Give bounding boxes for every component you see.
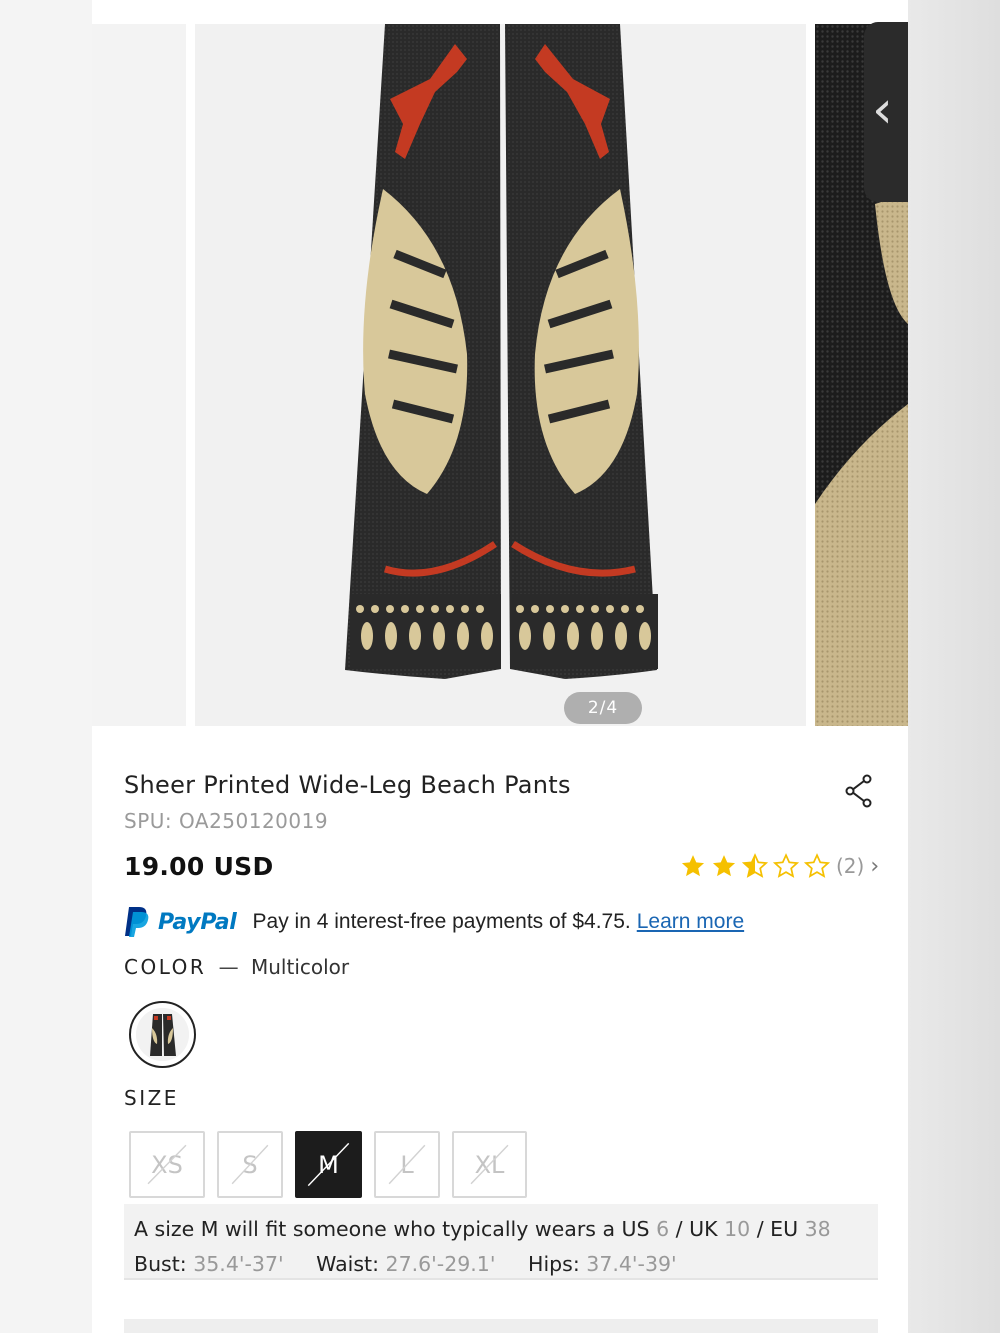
waist-label: Waist: bbox=[316, 1252, 379, 1276]
fit-prefix: A size M will fit someone who typically … bbox=[134, 1217, 650, 1241]
right-backdrop bbox=[908, 0, 1000, 1333]
selected-slash-icon bbox=[307, 1142, 350, 1187]
hips-label: Hips: bbox=[528, 1252, 580, 1276]
share-icon bbox=[845, 774, 872, 808]
product-spu: SPU: OA250120019 bbox=[124, 809, 329, 833]
product-title: Sheer Printed Wide-Leg Beach Pants bbox=[124, 771, 571, 799]
left-backdrop bbox=[0, 0, 92, 1333]
swatch-image bbox=[136, 1008, 189, 1061]
size-option-xs[interactable]: XS bbox=[129, 1131, 205, 1198]
star-full-icon bbox=[712, 855, 736, 877]
unavailable-slash-icon bbox=[388, 1144, 426, 1185]
rating-summary[interactable]: (2) › bbox=[680, 852, 879, 880]
image-gallery[interactable]: 2/4 ‹ bbox=[92, 0, 908, 726]
star-empty-icon bbox=[804, 853, 830, 878]
color-label: COLOR bbox=[124, 955, 207, 979]
size-measurements: Bust: 35.4'-37' Waist: 27.6'-29.1' Hips:… bbox=[134, 1247, 878, 1282]
fit-uk-size: 10 bbox=[724, 1217, 751, 1241]
paypal-logo-icon bbox=[125, 907, 149, 937]
paypal-learn-more-link[interactable]: Learn more bbox=[637, 910, 744, 934]
hips-value: 37.4'-39' bbox=[586, 1252, 677, 1276]
unavailable-slash-icon bbox=[231, 1144, 269, 1185]
unavailable-slash-icon bbox=[147, 1144, 187, 1185]
fit-us-size: 6 bbox=[656, 1217, 670, 1241]
next-section-bar bbox=[124, 1319, 878, 1333]
gallery-prev-button[interactable]: ‹ bbox=[864, 22, 908, 202]
fit-eu-size: 38 bbox=[804, 1217, 831, 1241]
color-swatch-multicolor[interactable] bbox=[129, 1001, 196, 1068]
chevron-left-icon: ‹ bbox=[872, 80, 893, 140]
color-value: Multicolor bbox=[251, 955, 350, 979]
star-full-icon bbox=[681, 855, 705, 877]
chevron-right-icon: › bbox=[870, 853, 880, 879]
star-half-icon bbox=[742, 853, 768, 878]
gallery-slide-current[interactable]: 2/4 bbox=[195, 24, 806, 726]
fit-uk-label: / UK bbox=[675, 1217, 718, 1241]
paypal-installment-text: Pay in 4 interest-free payments of $4.75… bbox=[252, 910, 631, 933]
waist-value: 27.6'-29.1' bbox=[385, 1252, 496, 1276]
size-option-xl[interactable]: XL bbox=[452, 1131, 527, 1198]
fit-eu-label: / EU bbox=[756, 1217, 799, 1241]
size-fit-info: A size M will fit someone who typically … bbox=[124, 1204, 878, 1280]
bust-value: 35.4'-37' bbox=[193, 1252, 284, 1276]
size-options: XS S M L XL bbox=[129, 1131, 539, 1198]
gallery-slide-previous[interactable] bbox=[92, 24, 186, 726]
star-empty-icon bbox=[773, 853, 799, 878]
paypal-brand: PayPal bbox=[158, 909, 237, 935]
product-image bbox=[195, 24, 806, 726]
size-option-m[interactable]: M bbox=[295, 1131, 362, 1198]
bust-label: Bust: bbox=[134, 1252, 187, 1276]
size-label: SIZE bbox=[124, 1086, 179, 1110]
size-option-l[interactable]: L bbox=[374, 1131, 440, 1198]
color-heading: COLOR — Multicolor bbox=[124, 955, 349, 979]
product-page: 2/4 ‹ Sheer Printed Wide-Leg Beach Pants… bbox=[92, 0, 908, 1333]
size-option-s[interactable]: S bbox=[217, 1131, 283, 1198]
rating-count: (2) bbox=[836, 854, 865, 878]
size-equivalents: A size M will fit someone who typically … bbox=[134, 1212, 878, 1247]
share-button[interactable] bbox=[844, 774, 874, 808]
product-price: 19.00 USD bbox=[124, 852, 274, 881]
unavailable-slash-icon bbox=[470, 1144, 509, 1185]
swatch-thumbnail bbox=[136, 1008, 189, 1061]
gallery-counter: 2/4 bbox=[564, 692, 642, 724]
color-separator: — bbox=[218, 955, 239, 979]
paypal-banner: PayPal Pay in 4 interest-free payments o… bbox=[124, 905, 744, 939]
